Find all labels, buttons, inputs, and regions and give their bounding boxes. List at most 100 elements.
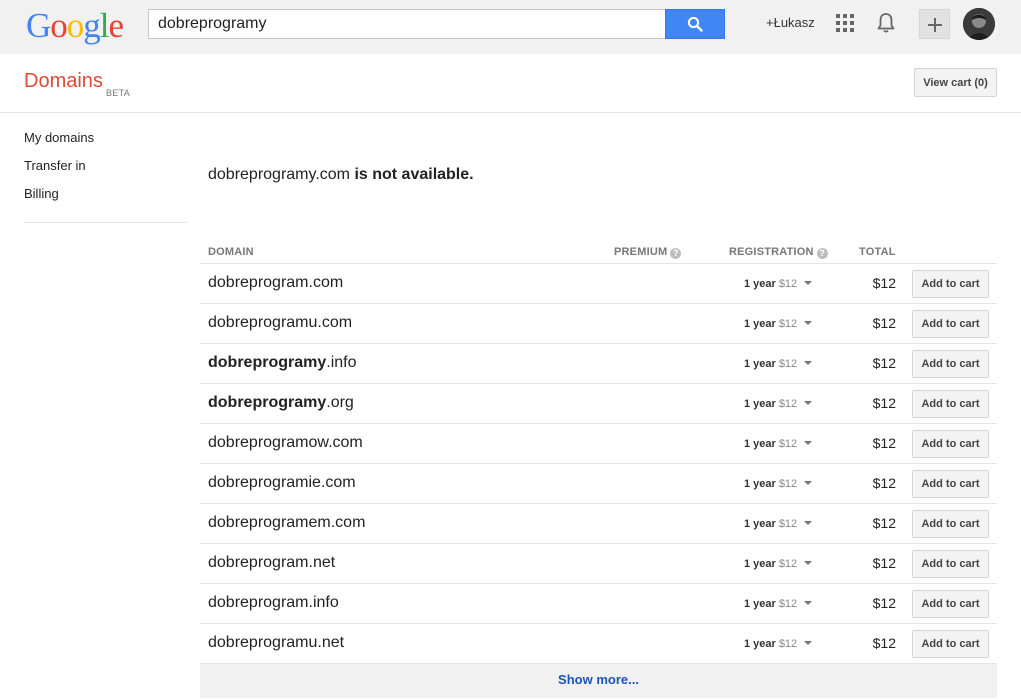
chevron-down-icon xyxy=(804,521,813,525)
registration-period-dropdown[interactable]: 1 year $12 xyxy=(744,318,813,330)
registration-price: $12 xyxy=(778,398,798,410)
domain-name: dobreprogram.com xyxy=(208,274,343,292)
help-icon[interactable]: ? xyxy=(816,248,828,259)
registration-period-dropdown[interactable]: 1 year $12 xyxy=(744,398,813,410)
table-row: dobreprogramem.com 1 year $12 $12 Add to car… xyxy=(200,504,997,544)
add-to-cart-button[interactable]: Add to cart xyxy=(912,430,989,458)
table-row: dobreprogramy.info 1 year $12 $12 Add to car… xyxy=(200,344,997,384)
domain-name-text: dobreprogram.net xyxy=(208,554,336,571)
registration-period: 1 year xyxy=(744,518,776,530)
logo-letter: e xyxy=(108,6,125,45)
table-row: dobreprogram.net 1 year $12 $12 Add to cart xyxy=(200,544,997,584)
row-total: $12 xyxy=(872,595,896,611)
search-input[interactable] xyxy=(148,9,666,39)
chevron-down-icon xyxy=(804,321,813,325)
registration-period: 1 year xyxy=(744,558,776,570)
search-button[interactable] xyxy=(665,9,725,39)
avatar[interactable] xyxy=(963,8,995,40)
registration-period: 1 year xyxy=(744,358,776,370)
registration-period-dropdown[interactable]: 1 year $12 xyxy=(744,438,813,450)
help-icon[interactable]: ? xyxy=(670,248,682,259)
sidebar-item-transfer-in[interactable]: Transfer in xyxy=(24,152,187,180)
domain-name-text: .org xyxy=(326,394,354,411)
column-header-registration-label: REGISTRATION xyxy=(729,246,814,258)
bell-icon[interactable] xyxy=(876,12,896,34)
add-to-cart-button[interactable]: Add to cart xyxy=(912,630,989,658)
registration-price: $12 xyxy=(778,358,798,370)
domain-name-text: dobreprogramu.net xyxy=(208,634,345,651)
product-title[interactable]: Domains xyxy=(24,70,103,93)
add-to-cart-button[interactable]: Add to cart xyxy=(912,470,989,498)
google-logo[interactable]: Google xyxy=(26,6,125,46)
registration-period-dropdown[interactable]: 1 year $12 xyxy=(744,358,813,370)
chevron-down-icon xyxy=(804,441,813,445)
add-to-cart-button[interactable]: Add to cart xyxy=(912,270,989,298)
add-to-cart-button[interactable]: Add to cart xyxy=(912,310,989,338)
add-to-cart-button[interactable]: Add to cart xyxy=(912,350,989,378)
registration-price: $12 xyxy=(778,278,798,290)
add-to-cart-button[interactable]: Add to cart xyxy=(912,510,989,538)
availability-status: is not available. xyxy=(354,166,474,183)
chevron-down-icon xyxy=(804,641,813,645)
registration-price: $12 xyxy=(778,478,798,490)
logo-letter: o xyxy=(50,6,67,45)
table-body: dobreprogram.com 1 year $12 $12 Add to cart d… xyxy=(200,264,997,664)
domain-name-text: dobreprogram.info xyxy=(208,594,339,611)
registration-period: 1 year xyxy=(744,278,776,290)
domain-name: dobreprogramu.com xyxy=(208,314,352,332)
searched-domain: dobreprogramy.com xyxy=(208,166,350,183)
domain-name-text: dobreprogramie.com xyxy=(208,474,356,491)
registration-period: 1 year xyxy=(744,318,776,330)
column-header-registration: REGISTRATION? xyxy=(729,246,828,259)
product-header: Domains BETA View cart (0) xyxy=(0,54,1021,113)
plus-icon xyxy=(928,18,942,32)
view-cart-button[interactable]: View cart (0) xyxy=(914,68,997,97)
share-plus-button[interactable] xyxy=(919,9,950,39)
add-to-cart-button[interactable]: Add to cart xyxy=(912,390,989,418)
domain-name-text: .info xyxy=(326,354,357,371)
domain-name: dobreprogramow.com xyxy=(208,434,363,452)
sidebar-item-my-domains[interactable]: My domains xyxy=(24,124,187,152)
user-profile-link[interactable]: +Łukasz xyxy=(766,15,815,30)
add-to-cart-button[interactable]: Add to cart xyxy=(912,550,989,578)
registration-period-dropdown[interactable]: 1 year $12 xyxy=(744,518,813,530)
registration-price: $12 xyxy=(778,558,798,570)
row-total: $12 xyxy=(872,355,896,371)
row-total: $12 xyxy=(872,395,896,411)
registration-price: $12 xyxy=(778,598,798,610)
registration-period-dropdown[interactable]: 1 year $12 xyxy=(744,478,813,490)
registration-period-dropdown[interactable]: 1 year $12 xyxy=(744,638,813,650)
column-header-premium-label: PREMIUM xyxy=(614,246,668,258)
domain-name: dobreprogram.info xyxy=(208,594,339,612)
domain-results-table: DOMAIN PREMIUM? REGISTRATION? TOTAL dobr… xyxy=(200,240,997,698)
apps-grid-icon[interactable] xyxy=(836,14,854,32)
row-total: $12 xyxy=(872,475,896,491)
row-total: $12 xyxy=(872,435,896,451)
registration-period: 1 year xyxy=(744,438,776,450)
registration-price: $12 xyxy=(778,518,798,530)
registration-period-dropdown[interactable]: 1 year $12 xyxy=(744,558,813,570)
chevron-down-icon xyxy=(804,601,813,605)
table-row: dobreprogram.info 1 year $12 $12 Add to cart xyxy=(200,584,997,624)
domain-name: dobreprogramie.com xyxy=(208,474,356,492)
avatar-image xyxy=(963,8,995,40)
search-box xyxy=(148,9,725,39)
sidebar-item-billing[interactable]: Billing xyxy=(24,180,187,208)
row-total: $12 xyxy=(872,515,896,531)
registration-price: $12 xyxy=(778,318,798,330)
availability-message: dobreprogramy.com is not available. xyxy=(208,166,474,184)
table-row: dobreprogramu.net 1 year $12 $12 Add to cart xyxy=(200,624,997,664)
logo-letter: g xyxy=(83,6,100,45)
sidebar-nav: My domains Transfer in Billing xyxy=(24,124,187,208)
logo-letter: G xyxy=(26,6,51,45)
chevron-down-icon xyxy=(804,361,813,365)
registration-period-dropdown[interactable]: 1 year $12 xyxy=(744,278,813,290)
show-more-link[interactable]: Show more... xyxy=(200,664,997,698)
beta-badge: BETA xyxy=(106,88,131,98)
chevron-down-icon xyxy=(804,281,813,285)
row-total: $12 xyxy=(872,315,896,331)
add-to-cart-button[interactable]: Add to cart xyxy=(912,590,989,618)
domain-name: dobreprogram.net xyxy=(208,554,335,572)
table-row: dobreprogramow.com 1 year $12 $12 Add to car… xyxy=(200,424,997,464)
registration-period-dropdown[interactable]: 1 year $12 xyxy=(744,598,813,610)
